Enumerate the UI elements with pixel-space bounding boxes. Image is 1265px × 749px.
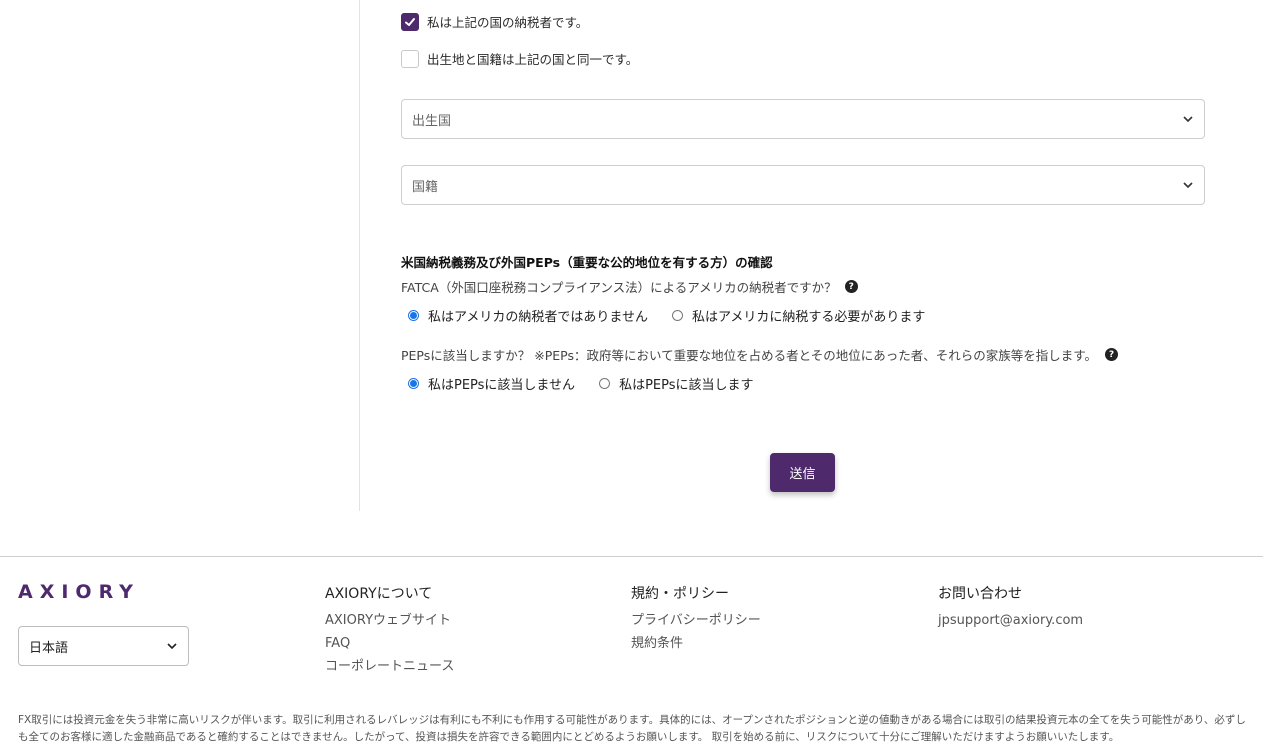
footer-contact-title: お問い合わせ xyxy=(938,586,1022,602)
check-icon xyxy=(405,17,415,26)
footer-link-website[interactable]: AXIORYウェブサイト xyxy=(325,609,454,632)
footer-policy-title: 規約・ポリシー xyxy=(631,586,729,602)
fatca-option-not-taxpayer[interactable]: 私はアメリカの納税者ではありません xyxy=(408,306,648,325)
footer-policy-column: 規約・ポリシー プライバシーポリシー 規約条件 xyxy=(631,583,761,655)
fatca-question: FATCA（外国口座税務コンプライアンス法）によるアメリカの納税者ですか？ ? xyxy=(401,277,858,296)
radio-button[interactable] xyxy=(599,378,611,389)
peps-question: PEPsに該当しますか？ ※PEPs：政府等において重要な地位を占める者とその地… xyxy=(401,345,1118,364)
risk-disclaimer: FX取引には投資元金を失う非常に高いリスクが伴います。取引に利用されるレバレッジ… xyxy=(18,714,1246,743)
same-country-checkbox[interactable] xyxy=(401,49,419,68)
fatca-radio-group: 私はアメリカの納税者ではありません 私はアメリカに納税する必要があります xyxy=(408,306,949,325)
footer-about-column: AXIORYについて AXIORYウェブサイト FAQ コーポレートニュース xyxy=(325,583,454,678)
radio-button[interactable] xyxy=(408,378,419,389)
chevron-down-icon xyxy=(167,643,177,650)
peps-radio-group: 私はPEPsに該当しません 私はPEPsに該当します xyxy=(408,374,778,393)
footer-link-privacy[interactable]: プライバシーポリシー xyxy=(631,609,761,632)
language-select[interactable]: 日本語 xyxy=(18,626,189,666)
nationality-select[interactable]: 国籍 xyxy=(401,165,1205,205)
peps-question-text: PEPsに該当しますか？ ※PEPs：政府等において重要な地位を占める者とその地… xyxy=(401,348,1097,363)
fatca-option-label: 私はアメリカに納税する必要があります xyxy=(691,310,926,325)
footer-about-title: AXIORYについて xyxy=(325,586,433,602)
birth-country-placeholder: 出生国 xyxy=(412,113,452,129)
taxpayer-checkbox-label: 私は上記の国の納税者です。 xyxy=(427,15,589,30)
taxpayer-checkbox-row[interactable]: 私は上記の国の納税者です。 xyxy=(401,12,588,31)
taxpayer-checkbox[interactable] xyxy=(401,12,419,31)
help-icon[interactable]: ? xyxy=(844,280,858,293)
fatca-option-taxpayer[interactable]: 私はアメリカに納税する必要があります xyxy=(671,306,926,325)
same-country-checkbox-label: 出生地と国籍は上記の国と同一です。 xyxy=(427,52,639,67)
peps-option-label: 私はPEPsに該当しません xyxy=(428,378,576,393)
peps-option-peps[interactable]: 私はPEPsに該当します xyxy=(599,374,754,393)
radio-button[interactable] xyxy=(408,310,419,321)
peps-option-not-peps[interactable]: 私はPEPsに該当しません xyxy=(408,374,575,393)
submit-button[interactable]: 送信 xyxy=(770,453,835,492)
footer-link-email[interactable]: jpsupport@axiory.com xyxy=(938,609,1083,632)
footer-contact-column: お問い合わせ jpsupport@axiory.com xyxy=(938,583,1083,632)
footer-link-news[interactable]: コーポレートニュース xyxy=(325,655,454,678)
help-icon[interactable]: ? xyxy=(1104,348,1118,361)
axiory-logo: AXIORY xyxy=(18,581,140,603)
fatca-option-label: 私はアメリカの納税者ではありません xyxy=(428,310,648,325)
language-select-value: 日本語 xyxy=(29,640,69,656)
footer-link-faq[interactable]: FAQ xyxy=(325,632,454,655)
sidebar-divider xyxy=(359,0,360,511)
nationality-placeholder: 国籍 xyxy=(412,179,439,195)
chevron-down-icon xyxy=(1183,116,1193,123)
radio-button[interactable] xyxy=(671,310,683,321)
footer-link-terms[interactable]: 規約条件 xyxy=(631,632,761,655)
fatca-question-text: FATCA（外国口座税務コンプライアンス法）によるアメリカの納税者ですか？ xyxy=(401,280,837,295)
same-country-checkbox-row[interactable]: 出生地と国籍は上記の国と同一です。 xyxy=(401,49,638,68)
section-title: 米国納税義務及び外国PEPs（重要な公的地位を有する方）の確認 xyxy=(401,255,773,270)
footer-divider xyxy=(0,556,1263,557)
birth-country-select[interactable]: 出生国 xyxy=(401,99,1205,139)
chevron-down-icon xyxy=(1183,182,1193,189)
peps-option-label: 私はPEPsに該当します xyxy=(619,378,754,393)
